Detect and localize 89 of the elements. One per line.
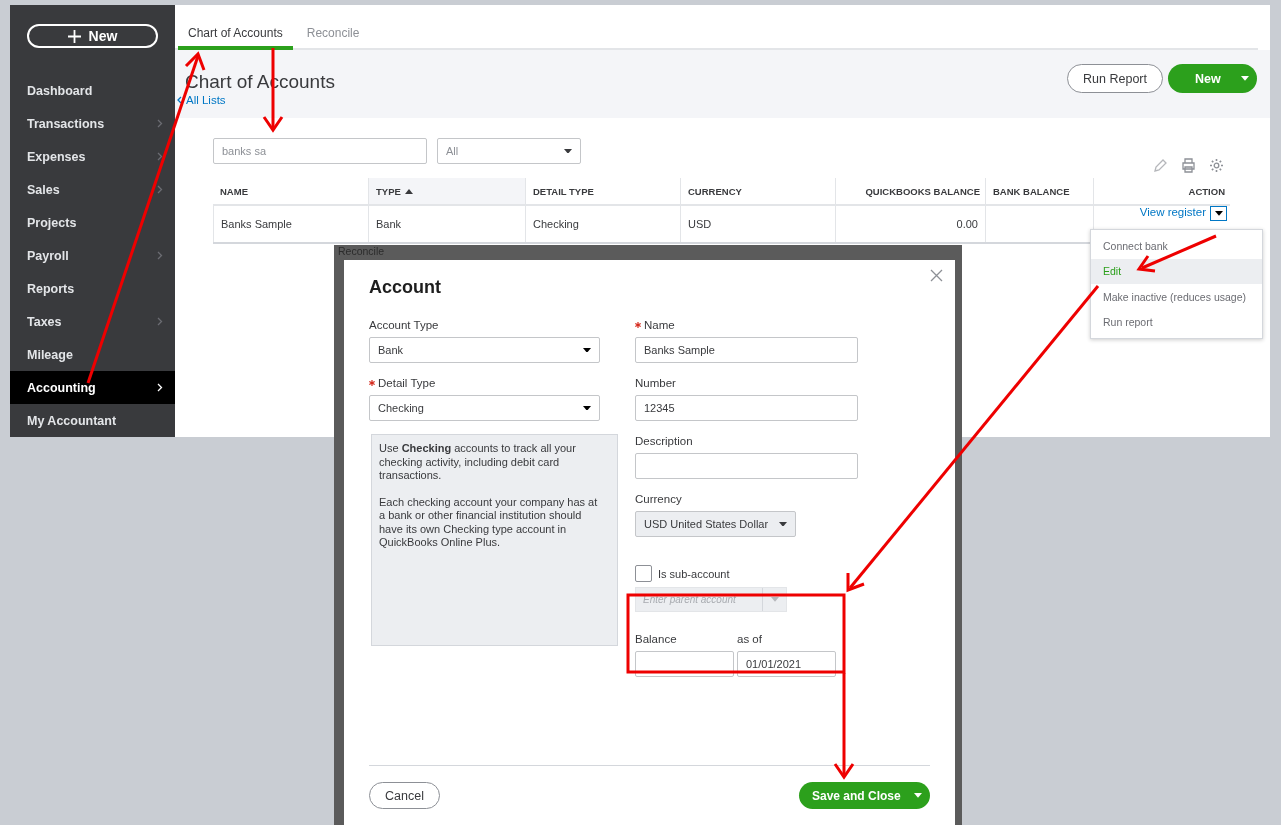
- sidebar-item[interactable]: Projects: [10, 206, 175, 239]
- sidebar-item[interactable]: Accounting: [10, 371, 175, 404]
- number-input[interactable]: 12345: [635, 395, 858, 421]
- field-label: Name: [635, 319, 675, 331]
- field-label: Account Type: [369, 319, 439, 331]
- settings-icon[interactable]: [1209, 158, 1224, 173]
- field-label: as of: [737, 633, 762, 645]
- action-menu-button[interactable]: [1210, 206, 1227, 221]
- new-button[interactable]: New: [27, 24, 158, 48]
- sidebar-item-label: Projects: [27, 215, 77, 230]
- table-cell: 0.00: [835, 206, 985, 242]
- chevron-right-icon: [157, 185, 163, 194]
- chevron-right-icon: [157, 152, 163, 161]
- field-label: Currency: [635, 493, 682, 505]
- chevron-right-icon: [157, 251, 163, 260]
- caret-icon: [779, 521, 787, 527]
- sort-ascending-icon: [404, 188, 413, 194]
- field-label: Balance: [635, 633, 677, 645]
- close-button[interactable]: [930, 269, 943, 282]
- sidebar-item-label: Dashboard: [27, 83, 93, 98]
- sub-account-label: Is sub-account: [658, 567, 730, 580]
- description-input[interactable]: [635, 453, 858, 479]
- caret-down-icon: [1214, 211, 1223, 216]
- column-header-label: TYPE: [376, 185, 401, 197]
- column-header-label: QUICKBOOKS BALANCE: [865, 185, 980, 197]
- column-header[interactable]: BANK BALANCE: [985, 178, 1093, 206]
- column-header-label: BANK BALANCE: [993, 185, 1070, 197]
- caret-icon: [583, 405, 591, 411]
- view-register-link[interactable]: View register: [1139, 206, 1206, 218]
- column-header-label: CURRENCY: [688, 185, 742, 197]
- close-icon: [930, 269, 943, 282]
- sidebar-item[interactable]: My Accountant: [10, 404, 175, 437]
- sidebar-item[interactable]: Transactions: [10, 107, 175, 140]
- column-header[interactable]: QUICKBOOKS BALANCE: [835, 178, 985, 206]
- caret-icon: [583, 347, 591, 353]
- sidebar-item-label: Mileage: [27, 347, 73, 362]
- help-paragraph: Use Checking accounts to track all your checking activity, including debit card transactions.: [379, 442, 577, 483]
- table-cell: USD: [680, 206, 835, 242]
- column-header[interactable]: TYPE: [368, 178, 525, 206]
- sidebar-item-label: Taxes: [27, 314, 62, 329]
- detail-type-select[interactable]: Checking: [369, 395, 600, 421]
- sidebar-item[interactable]: Taxes: [10, 305, 175, 338]
- menu-item[interactable]: Make inactive (reduces usage): [1091, 284, 1262, 310]
- sidebar-item-label: Reports: [27, 281, 75, 296]
- sidebar-item[interactable]: Sales: [10, 173, 175, 206]
- pencil-icon[interactable]: [1153, 158, 1168, 173]
- column-header[interactable]: DETAIL TYPE: [525, 178, 680, 206]
- caret-icon: [770, 597, 779, 602]
- menu-item[interactable]: Run report: [1091, 309, 1262, 335]
- sidebar-item-label: My Accountant: [27, 413, 117, 428]
- field-label: Detail Type: [369, 377, 436, 389]
- print-icon[interactable]: [1181, 158, 1196, 173]
- column-header-label: NAME: [220, 185, 248, 197]
- sidebar-item[interactable]: Dashboard: [10, 74, 175, 107]
- sidebar-item[interactable]: Reports: [10, 272, 175, 305]
- sub-account-checkbox[interactable]: [635, 565, 652, 582]
- table-cell: Banks Sample: [213, 206, 368, 242]
- table-cell: Bank: [368, 206, 525, 242]
- field-label: Number: [635, 377, 676, 389]
- cancel-button[interactable]: Cancel: [369, 782, 440, 809]
- dialog-title: Account: [369, 277, 442, 298]
- sidebar-item-label: Expenses: [27, 149, 86, 164]
- caret-icon: [564, 148, 572, 154]
- chevron-right-icon: [157, 119, 163, 128]
- caret-icon: [914, 793, 922, 798]
- menu-item[interactable]: Connect bank: [1091, 233, 1262, 259]
- caret-icon: [1241, 76, 1249, 81]
- column-header-label: ACTION: [1188, 185, 1225, 197]
- run-report-button[interactable]: Run Report: [1067, 64, 1163, 93]
- sidebar-item-label: Payroll: [27, 248, 69, 263]
- field-label: Description: [635, 435, 693, 447]
- sidebar-item[interactable]: Payroll: [10, 239, 175, 272]
- name-input[interactable]: Banks Sample: [635, 337, 858, 363]
- account-type-select[interactable]: Bank: [369, 337, 600, 363]
- sidebar-item-label: Accounting: [27, 380, 96, 395]
- chevron-right-icon: [157, 317, 163, 326]
- table-cell: Checking: [525, 206, 680, 242]
- column-header[interactable]: CURRENCY: [680, 178, 835, 206]
- sidebar-item-label: Transactions: [27, 116, 105, 131]
- sidebar-item[interactable]: Mileage: [10, 338, 175, 371]
- all-lists-link[interactable]: All Lists: [177, 94, 335, 106]
- plus-icon: [67, 29, 81, 43]
- chevron-left-icon: [177, 96, 182, 104]
- column-header-label: DETAIL TYPE: [533, 185, 594, 197]
- column-header[interactable]: ACTION: [1093, 178, 1230, 206]
- chevron-right-icon: [157, 383, 163, 392]
- sidebar-item[interactable]: Expenses: [10, 140, 175, 173]
- sidebar-item-label: Sales: [27, 182, 60, 197]
- help-paragraph: Each checking account your company has at a bank or other financial institution should have its own Checking type account in QuickBooks Online Plus.: [379, 495, 599, 550]
